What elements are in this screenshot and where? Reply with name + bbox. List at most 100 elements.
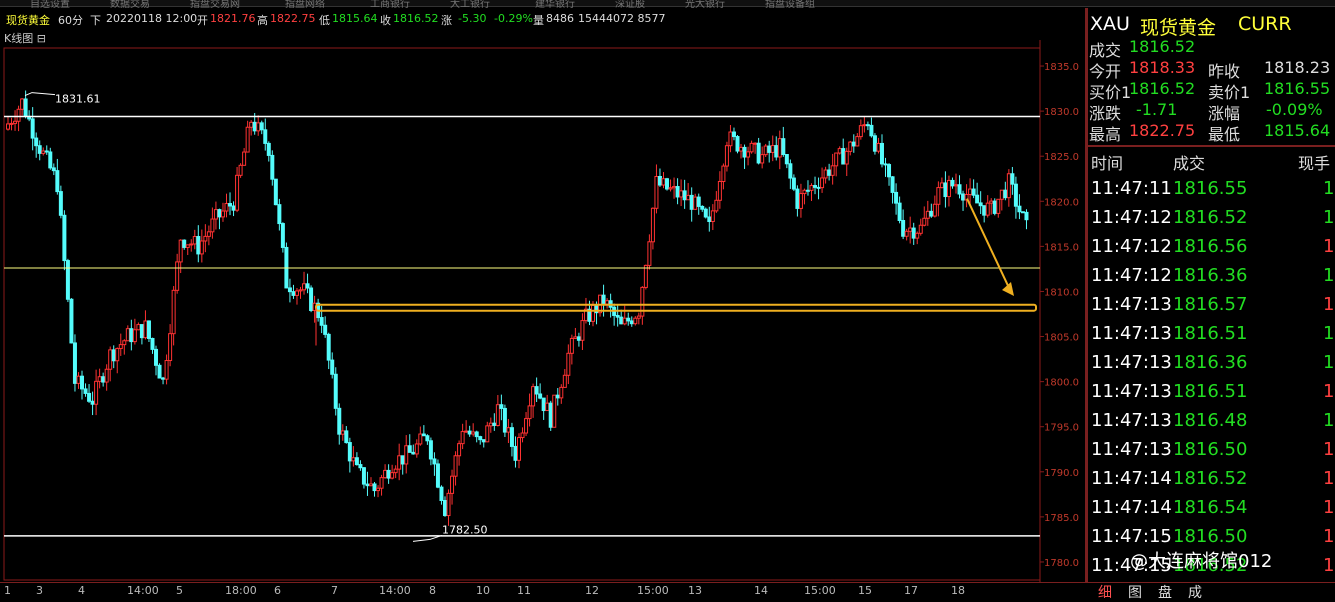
y-tick-label: 1805.0 — [1044, 333, 1079, 344]
candle-up — [633, 317, 638, 325]
candle-down — [309, 287, 314, 311]
candle-up — [686, 194, 691, 201]
trade-time: 11:47:13 — [1091, 352, 1172, 373]
high-label: 1831.61 — [55, 93, 101, 106]
low-value: 1815.64 — [332, 12, 378, 25]
candle-up — [932, 203, 937, 217]
candle-down — [784, 153, 789, 165]
trade-row: 11:47:11 1816.55 1 — [1088, 178, 1335, 207]
tab-book[interactable]: 盘 — [1158, 582, 1172, 602]
low-label: 1782.50 — [442, 523, 488, 536]
candle-down — [101, 376, 106, 383]
candle-down — [548, 402, 553, 428]
candle-down — [37, 145, 42, 154]
tab-chart[interactable]: 图 — [1128, 582, 1142, 602]
candle-up — [376, 487, 381, 492]
quote-value: 1816.55 — [1264, 79, 1331, 98]
trade-time: 11:47:13 — [1091, 381, 1172, 402]
candle-down — [1013, 183, 1018, 207]
candle-down — [774, 145, 779, 158]
candle-down — [428, 440, 433, 460]
quote-code: XAU — [1090, 13, 1130, 35]
quote-value: 1815.64 — [1264, 121, 1331, 140]
x-tick-label: 17 — [904, 584, 918, 597]
target-band — [315, 303, 1037, 312]
close-label: 收 — [380, 14, 391, 27]
candle-down — [883, 163, 888, 166]
candle-down — [62, 214, 67, 262]
candle-up — [661, 178, 666, 186]
candle-down — [626, 317, 631, 322]
candle-up — [20, 98, 25, 110]
candle-up — [471, 431, 476, 435]
candle-up — [450, 475, 455, 494]
candle-down — [55, 170, 60, 193]
period-label[interactable]: 60分 — [58, 12, 83, 28]
change-label: 涨 — [441, 14, 452, 27]
watermark-text: @大连麻将馆012 — [1130, 551, 1273, 572]
candle-up — [749, 142, 754, 153]
candle-down — [365, 483, 370, 487]
candle-up — [968, 188, 973, 196]
candle-up — [809, 185, 814, 191]
candle-up — [837, 148, 842, 154]
candle-up — [136, 324, 141, 331]
candle-up — [605, 300, 610, 305]
x-tick-label: 15 — [858, 584, 872, 597]
candle-down — [478, 436, 483, 441]
x-tick-label: 3 — [36, 584, 43, 597]
trade-row: 11:47:13 1816.50 1 — [1088, 439, 1335, 468]
tab-detail[interactable]: 细 — [1098, 582, 1112, 602]
candle-down — [481, 439, 486, 443]
candle-up — [189, 243, 194, 246]
y-tick-label: 1800.0 — [1044, 378, 1079, 389]
trades-header: 时间 成交 现手 — [1088, 145, 1335, 175]
x-tick-label: 14 — [754, 584, 768, 597]
candle-down — [23, 98, 28, 117]
candle-up — [580, 320, 585, 341]
candle-down — [196, 236, 201, 255]
nav-label[interactable]: 下 — [90, 12, 101, 28]
trade-qty: 1 — [1323, 439, 1335, 460]
candle-up — [569, 337, 574, 354]
candle-up — [41, 150, 46, 154]
candle-up — [936, 187, 941, 205]
quote-value: -1.71 — [1136, 100, 1178, 119]
candle-up — [404, 445, 409, 465]
candle-down — [435, 463, 440, 488]
x-tick-label: 11 — [517, 584, 531, 597]
y-tick-label: 1810.0 — [1044, 287, 1079, 298]
candle-down — [978, 202, 983, 207]
trade-row: 11:47:12 1816.36 1 — [1088, 265, 1335, 294]
tab-trades[interactable]: 成 — [1188, 582, 1202, 602]
kline-chart[interactable]: 1835.0 1830.0 1825.0 1820.0 1815.0 1810.0 1805… — [0, 40, 1085, 582]
candle-up — [823, 169, 828, 179]
candle-up — [464, 430, 469, 433]
candle-up — [460, 431, 465, 445]
candle-down — [72, 342, 77, 384]
candle-up — [393, 468, 398, 474]
trade-row: 11:47:13 1816.36 1 — [1088, 352, 1335, 381]
candle-up — [844, 150, 849, 165]
trade-price: 1816.50 — [1173, 439, 1248, 460]
candle-up — [495, 404, 500, 426]
symbol-name[interactable]: 现货黄金 — [6, 12, 50, 28]
trade-time: 11:47:14 — [1091, 497, 1172, 518]
candle-down — [467, 430, 472, 435]
candle-down — [499, 404, 504, 409]
candle-up — [855, 136, 860, 147]
candle-down — [538, 393, 543, 399]
x-tick-label: 15:00 — [804, 584, 836, 597]
trade-price: 1816.36 — [1173, 352, 1248, 373]
candle-up — [143, 320, 148, 339]
candle-down — [897, 202, 902, 221]
candle-up — [397, 455, 402, 470]
y-tick-label: 1795.0 — [1044, 423, 1079, 434]
candle-up — [647, 241, 652, 266]
candle-up — [97, 376, 102, 382]
candle-up — [104, 368, 109, 383]
candle-down — [361, 467, 366, 485]
candle-up — [724, 145, 729, 167]
trade-price: 1816.52 — [1173, 468, 1248, 489]
candle-up — [566, 352, 571, 376]
